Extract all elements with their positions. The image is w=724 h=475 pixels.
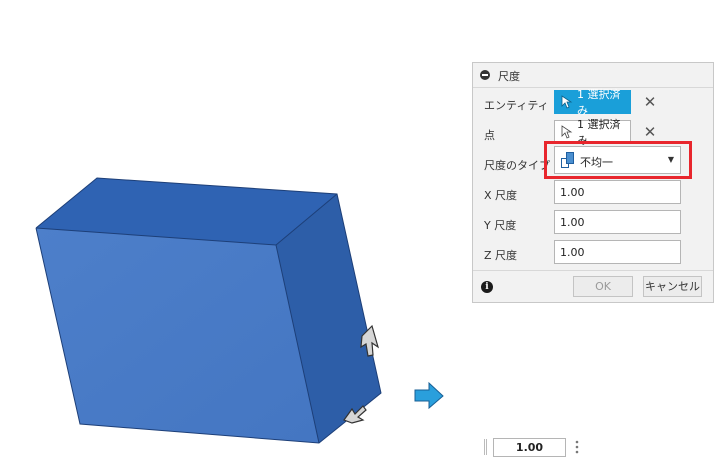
entity-label: エンティティ bbox=[484, 99, 549, 112]
x-scale-input[interactable] bbox=[554, 180, 681, 204]
z-scale-label: Z 尺度 bbox=[484, 249, 518, 262]
cancel-button[interactable]: キャンセル bbox=[643, 276, 702, 297]
z-scale-input[interactable] bbox=[554, 240, 681, 264]
dialog-title: 尺度 bbox=[498, 70, 520, 83]
ok-button[interactable]: OK bbox=[573, 276, 633, 297]
scale-type-dropdown[interactable]: 不均一 ▼ bbox=[554, 146, 681, 174]
y-scale-label: Y 尺度 bbox=[484, 219, 517, 232]
footer-divider bbox=[473, 270, 713, 271]
scale-type-label: 尺度のタイプ bbox=[484, 159, 550, 172]
dropdown-arrow-icon: ▼ bbox=[667, 155, 674, 164]
cursor-icon bbox=[561, 125, 573, 139]
entity-select-button[interactable]: 1 選択済み bbox=[554, 88, 631, 117]
view-cube-arrow-icon[interactable] bbox=[414, 381, 444, 410]
floating-value-input[interactable]: 1.00 bbox=[493, 438, 566, 457]
clear-entity-icon[interactable]: ✕ bbox=[643, 95, 657, 110]
scaled-body[interactable] bbox=[35, 177, 382, 444]
point-select-value: 1 選択済み bbox=[577, 118, 621, 147]
nonuniform-scale-icon bbox=[561, 152, 574, 168]
body-front-face bbox=[36, 228, 319, 443]
collapse-icon[interactable] bbox=[480, 70, 490, 80]
entity-select-value: 1 選択済み bbox=[577, 88, 621, 117]
point-select-button[interactable]: 1 選択済み bbox=[554, 118, 631, 147]
point-label: 点 bbox=[484, 129, 495, 142]
drag-grip-icon[interactable] bbox=[484, 438, 487, 456]
info-icon[interactable]: i bbox=[481, 281, 493, 293]
clear-point-icon[interactable]: ✕ bbox=[643, 125, 657, 140]
x-scale-label: X 尺度 bbox=[484, 189, 518, 202]
more-options-icon[interactable] bbox=[574, 437, 580, 457]
y-scale-input[interactable] bbox=[554, 210, 681, 234]
scale-type-value: 不均一 bbox=[580, 156, 613, 169]
cursor-icon bbox=[561, 95, 573, 109]
dialog-header: 尺度 bbox=[473, 63, 713, 88]
